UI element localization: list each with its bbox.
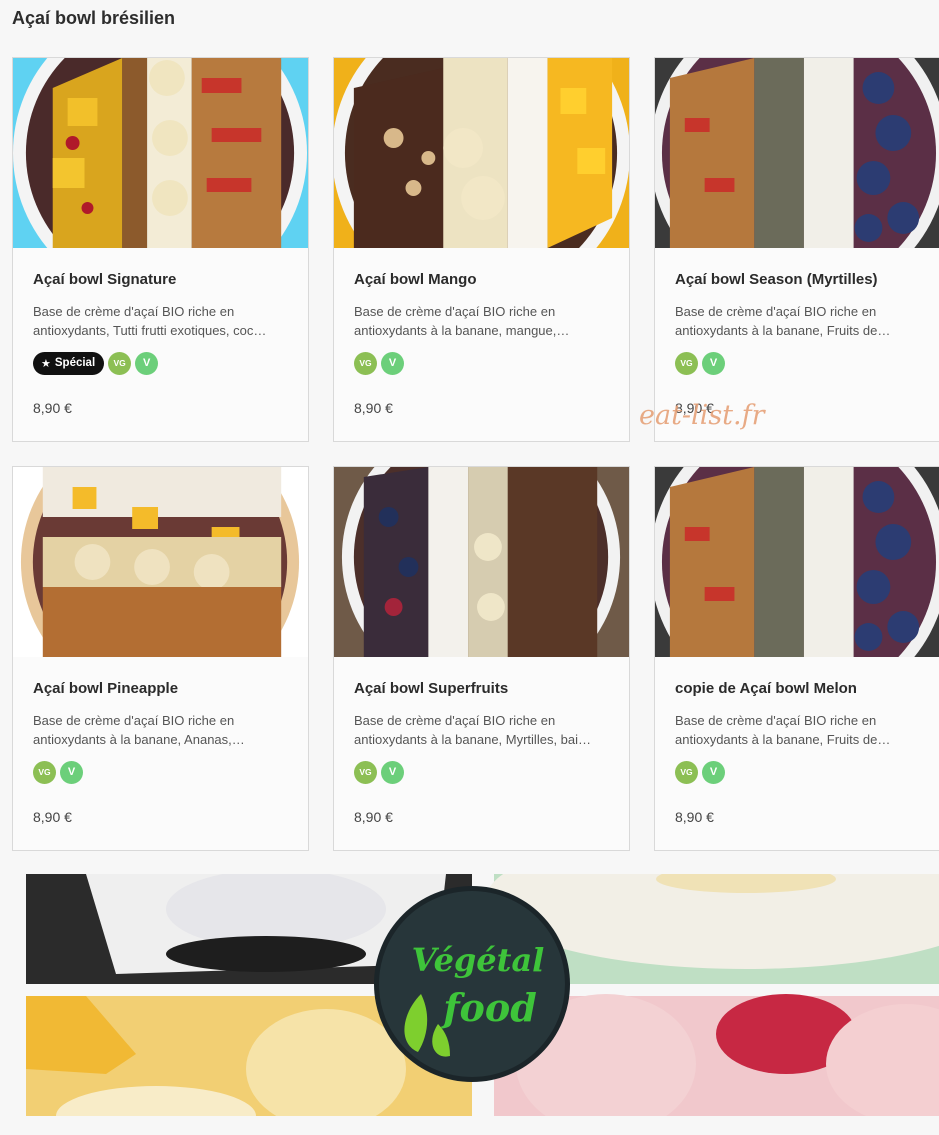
product-name: Açaí bowl Pineapple xyxy=(33,680,179,697)
product-tags: VG V xyxy=(33,760,83,784)
promo-banner[interactable]: Végétal food xyxy=(26,874,939,1116)
special-badge-label: Spécial xyxy=(54,357,96,369)
vegetarian-badge: V xyxy=(702,351,725,375)
vegan-badge: VG xyxy=(354,760,377,784)
vegetarian-badge: V xyxy=(381,351,404,375)
product-description: Base de crème d'açaí BIO riche en antiox… xyxy=(354,713,592,747)
product-description: Base de crème d'açaí BIO riche en antiox… xyxy=(354,304,570,338)
vegetarian-badge: V xyxy=(702,760,725,784)
product-description: Base de crème d'açaí BIO riche en antiox… xyxy=(33,304,267,338)
product-tags: VG V xyxy=(675,351,725,375)
product-tags: VG V xyxy=(354,351,404,375)
product-card[interactable]: Açaí bowl Season (Myrtilles) Base de crè… xyxy=(654,57,939,442)
product-name: Açaí bowl Mango xyxy=(354,271,477,288)
logo-text-line2: food xyxy=(440,985,537,1030)
product-tags: VG V xyxy=(675,760,725,784)
product-photo xyxy=(13,58,308,248)
product-tags: VG V xyxy=(354,760,404,784)
product-card[interactable]: Açaí bowl Mango Base de crème d'açaí BIO… xyxy=(333,57,630,442)
product-card[interactable]: Açaí bowl Superfruits Base de crème d'aç… xyxy=(333,466,630,851)
product-name: Açaí bowl Superfruits xyxy=(354,680,509,697)
product-photo xyxy=(655,467,939,657)
product-tags: ★ Spécial VG V xyxy=(33,351,159,375)
product-price: 8,90 € xyxy=(675,809,714,825)
logo-text-line1: Végétal xyxy=(412,941,545,979)
product-photo xyxy=(655,58,939,248)
product-card[interactable]: Açaí bowl Pineapple Base de crème d'açaí… xyxy=(12,466,309,851)
product-price: 8,90 € xyxy=(33,400,72,416)
product-description: Base de crème d'açaí BIO riche en antiox… xyxy=(33,713,245,747)
section-title: Açaí bowl brésilien xyxy=(12,8,176,28)
star-icon: ★ xyxy=(41,357,51,370)
vegetarian-badge: V xyxy=(135,351,159,375)
product-name: Açaí bowl Signature xyxy=(33,271,177,288)
product-price: 8,90 € xyxy=(354,400,393,416)
product-price: 8,90 € xyxy=(354,809,393,825)
product-description: Base de crème d'açaí BIO riche en antiox… xyxy=(675,713,891,747)
product-name: Açaí bowl Season (Myrtilles) xyxy=(675,271,878,288)
vegan-badge: VG xyxy=(108,351,132,375)
product-card[interactable]: Açaí bowl Signature Base de crème d'açaí… xyxy=(12,57,309,442)
special-badge: ★ Spécial xyxy=(33,351,105,375)
product-photo xyxy=(13,467,308,657)
vegetarian-badge: V xyxy=(60,760,83,784)
vegan-badge: VG xyxy=(354,351,377,375)
product-photo xyxy=(334,58,629,248)
vegetarian-badge: V xyxy=(381,760,404,784)
product-description: Base de crème d'açaí BIO riche en antiox… xyxy=(675,304,891,338)
vegan-badge: VG xyxy=(675,760,698,784)
product-card[interactable]: copie de Açaí bowl Melon Base de crème d… xyxy=(654,466,939,851)
product-photo xyxy=(334,467,629,657)
product-name: copie de Açaí bowl Melon xyxy=(675,680,857,697)
vegan-badge: VG xyxy=(33,760,56,784)
vegetal-food-logo: Végétal food xyxy=(374,886,570,1082)
vegan-badge: VG xyxy=(675,351,698,375)
product-price: 8,90 € xyxy=(33,809,72,825)
watermark: eat-list.fr xyxy=(639,400,765,431)
